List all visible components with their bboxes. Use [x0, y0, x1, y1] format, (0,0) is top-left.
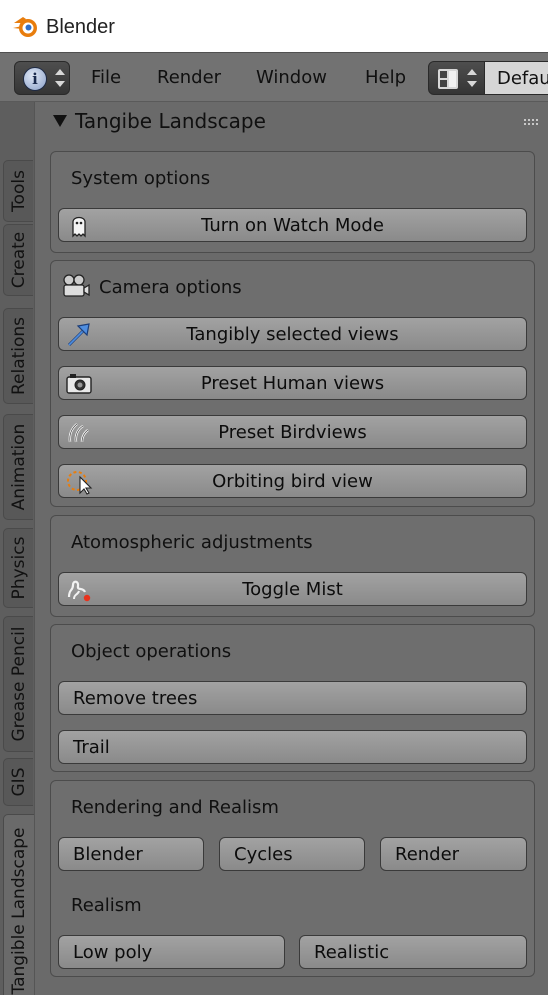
system-options-box: System options Turn on Watch Mode [50, 151, 535, 253]
menu-help[interactable]: Help [365, 67, 406, 89]
button-label: Tangibly selected views [186, 324, 399, 345]
low-poly-button[interactable]: Low poly [58, 935, 285, 969]
button-label: Cycles [234, 844, 293, 865]
updown-arrows-icon [55, 69, 65, 87]
watch-mode-button[interactable]: Turn on Watch Mode [58, 208, 527, 242]
tab-gis[interactable]: GIS [3, 758, 33, 806]
remove-trees-button[interactable]: Remove trees [58, 681, 527, 715]
tab-grease-pencil[interactable]: Grease Pencil [3, 616, 33, 752]
tab-label: Relations [8, 316, 29, 396]
screen-layout-icon [438, 69, 458, 89]
watch-mode-label: Turn on Watch Mode [201, 215, 384, 236]
tab-create[interactable]: Create [3, 224, 33, 296]
tab-label: Tools [8, 170, 29, 212]
realistic-button[interactable]: Realistic [299, 935, 527, 969]
button-label: Preset Human views [200, 373, 385, 394]
collapse-arrow-icon[interactable] [53, 115, 67, 127]
toggle-mist-button[interactable]: Toggle Mist [58, 572, 527, 606]
menu-render[interactable]: Render [157, 67, 221, 89]
window-titlebar: Blender [0, 0, 548, 52]
blender-logo-icon [13, 17, 37, 37]
atmospheric-adjustments-label: Atomospheric adjustments [71, 532, 313, 553]
button-label: Toggle Mist [242, 579, 343, 600]
tab-tangible-landscape[interactable]: Tangible Landscape [3, 814, 34, 995]
tool-shelf-tabs: Tools Create Relations Animation Physics… [0, 102, 34, 995]
button-label: Remove trees [73, 688, 198, 709]
preset-human-views-button[interactable]: Preset Human views [58, 366, 527, 400]
info-icon: i [23, 67, 47, 91]
tab-tools[interactable]: Tools [3, 160, 33, 222]
tab-relations[interactable]: Relations [3, 308, 33, 404]
button-label: Orbiting bird view [212, 471, 373, 492]
tab-label: Create [8, 231, 29, 289]
rendering-realism-label: Rendering and Realism [71, 797, 279, 818]
blender-window: i File Render Window Help Default Tools … [0, 52, 548, 995]
button-label: Blender [73, 844, 143, 865]
drag-handle-icon[interactable] [523, 118, 539, 126]
button-label: Trail [73, 737, 110, 758]
blender-render-button[interactable]: Blender [58, 837, 204, 871]
preset-birdviews-button[interactable]: Preset Birdviews [58, 415, 527, 449]
editor-type-button[interactable]: i [14, 61, 70, 95]
button-label: Low poly [73, 942, 153, 963]
orbiting-bird-view-button[interactable]: Orbiting bird view [58, 464, 527, 498]
atmospheric-adjustments-box: Atomospheric adjustments Toggle Mist [50, 515, 535, 617]
camera-options-label: Camera options [99, 277, 242, 298]
tab-label: GIS [8, 767, 29, 797]
screen-layout-button[interactable] [428, 61, 486, 95]
tab-animation[interactable]: Animation [3, 414, 33, 520]
tab-label: Animation [8, 423, 29, 511]
rendering-realism-box: Rendering and Realism Blender Cycles Ren… [50, 780, 535, 977]
tab-label: Physics [8, 536, 29, 600]
tab-label: Tangible Landscape [9, 827, 29, 995]
button-label: Preset Birdviews [218, 422, 367, 443]
top-menubar: i File Render Window Help Default [0, 52, 548, 102]
trail-button[interactable]: Trail [58, 730, 527, 764]
button-label: Realistic [314, 942, 390, 963]
tab-physics[interactable]: Physics [3, 528, 33, 608]
tangibly-selected-views-button[interactable]: Tangibly selected views [58, 317, 527, 351]
object-operations-label: Object operations [71, 641, 232, 662]
button-label: Render [395, 844, 460, 865]
tab-label: Grease Pencil [8, 626, 29, 742]
panel-header[interactable]: Tangibe Landscape [49, 106, 539, 138]
camera-options-box: Camera options Tangibly selected views P… [50, 260, 535, 507]
cycles-render-button[interactable]: Cycles [219, 837, 365, 871]
panel-title: Tangibe Landscape [75, 109, 266, 133]
realism-label: Realism [71, 895, 142, 916]
menu-file[interactable]: File [91, 67, 121, 89]
screen-layout-field[interactable]: Default [484, 61, 548, 95]
window-title: Blender [46, 16, 115, 38]
system-options-label: System options [71, 168, 211, 189]
updown-arrows-icon [467, 69, 477, 87]
screen-layout-value: Default [497, 68, 548, 89]
movie-camera-icon [63, 274, 90, 297]
object-operations-box: Object operations Remove trees Trail [50, 624, 535, 772]
menu-window[interactable]: Window [256, 67, 327, 89]
render-button[interactable]: Render [380, 837, 527, 871]
tool-shelf-panel: Tangibe Landscape System options Turn on… [34, 102, 548, 995]
